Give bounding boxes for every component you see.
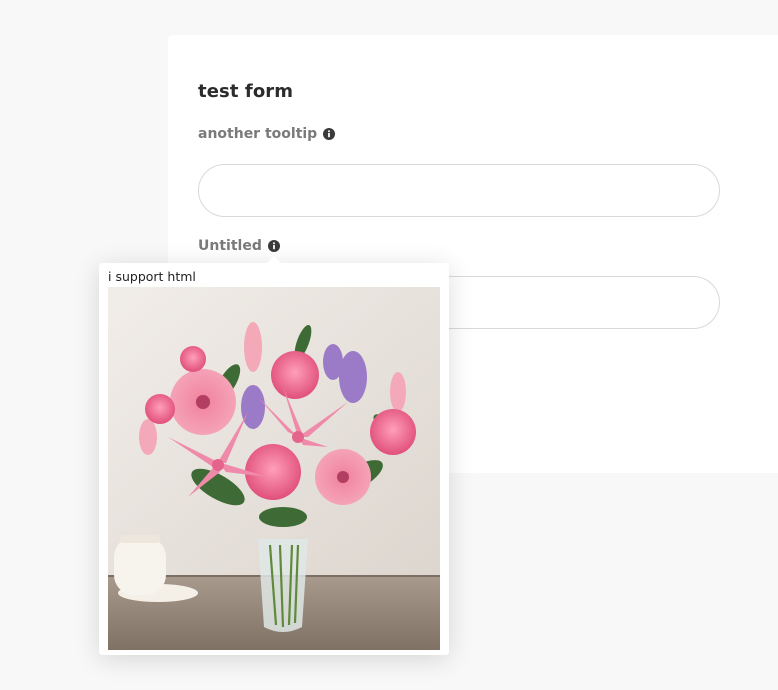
field-label-another-tooltip: another tooltip xyxy=(198,126,336,142)
tooltip-text: i support html xyxy=(108,269,196,284)
field-label-text: Untitled xyxy=(198,238,262,254)
field-label-text: another tooltip xyxy=(198,126,318,142)
page: test form another tooltip Untitled i sup… xyxy=(0,0,778,690)
field-label-untitled: Untitled xyxy=(198,238,280,254)
info-icon[interactable] xyxy=(323,128,336,140)
tooltip-arrow xyxy=(267,256,281,263)
tooltip-popup: i support html xyxy=(99,256,449,655)
form-title: test form xyxy=(198,81,294,102)
info-icon[interactable] xyxy=(267,240,280,252)
flower-bouquet-image xyxy=(108,287,440,650)
another-tooltip-input[interactable] xyxy=(198,164,720,217)
